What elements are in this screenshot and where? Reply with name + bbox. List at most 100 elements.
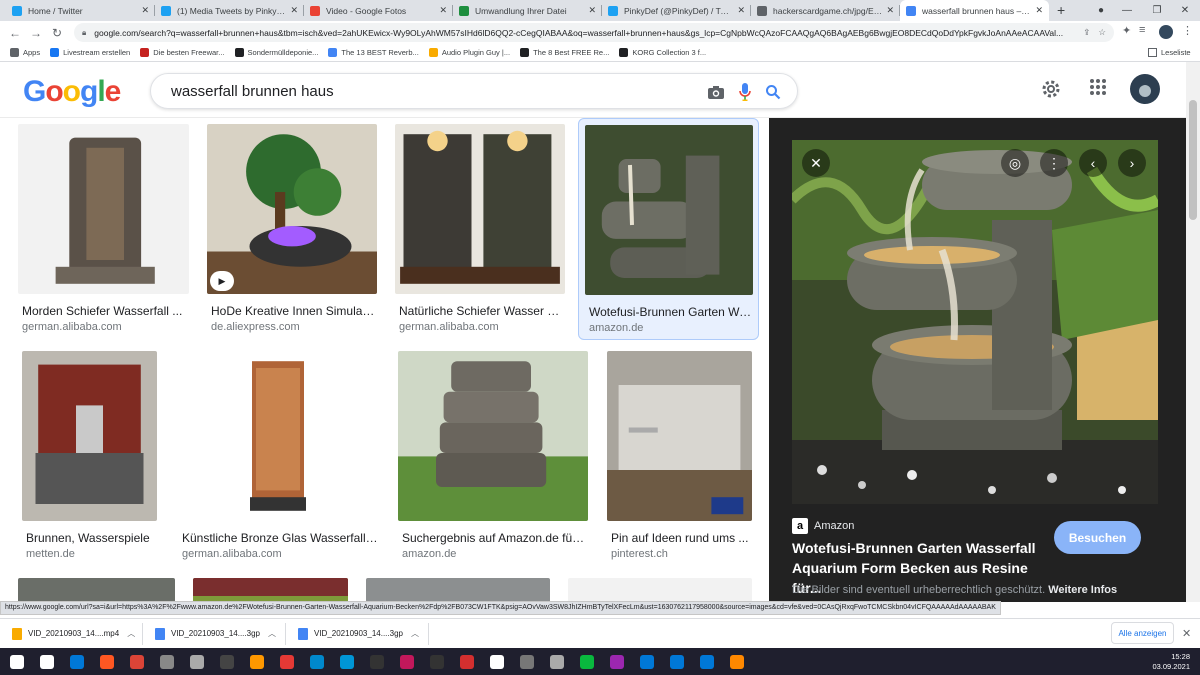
taskbar-app-icon[interactable] [96, 648, 118, 675]
taskbar-app-icon[interactable] [666, 648, 688, 675]
tab-close-icon[interactable]: ✕ [290, 5, 298, 16]
result-thumbnail[interactable] [607, 351, 752, 521]
browser-tab[interactable]: hackerscardgame.ch/jpg/EN/#a ✕ [751, 0, 900, 21]
search-icon[interactable] [765, 84, 781, 100]
image-result-card[interactable]: Pin auf Ideen rund ums ... pinterest.ch [607, 351, 752, 576]
browser-tab[interactable]: (1) Media Tweets by PinkyDef (@✕ [155, 0, 304, 21]
back-icon[interactable]: ← [6, 26, 24, 40]
browser-tab[interactable]: PinkyDef (@PinkyDef) / Twitter ✕ [602, 0, 751, 21]
result-source[interactable]: amazon.de [589, 322, 643, 334]
minimize-button[interactable]: — [1112, 0, 1142, 21]
image-result-card[interactable]: Wotefusi-Brunnen Garten Wa... amazon.de [578, 118, 759, 340]
bookmark-item[interactable]: KORG Collection 3 f... [619, 48, 706, 57]
lens-search-icon[interactable]: ◎ [1001, 149, 1029, 177]
image-result-card[interactable]: Morden Schiefer Wasserfall ... german.ali… [18, 124, 189, 349]
start-button[interactable] [6, 648, 28, 675]
taskbar-app-icon[interactable] [66, 648, 88, 675]
result-source[interactable]: german.alibaba.com [182, 548, 282, 560]
result-caption[interactable]: Wotefusi-Brunnen Garten Wa... [589, 305, 753, 319]
taskbar-app-icon[interactable] [456, 648, 478, 675]
taskbar-app-icon[interactable] [636, 648, 658, 675]
chevron-up-icon[interactable]: ︿ [268, 628, 276, 639]
result-source[interactable]: german.alibaba.com [399, 321, 499, 333]
user-avatar[interactable] [1130, 74, 1160, 104]
bookmark-item[interactable]: Sondermülldeponie... [234, 48, 318, 57]
result-thumbnail[interactable]: ▶ [207, 124, 377, 294]
microphone-icon[interactable] [739, 82, 751, 102]
preview-source[interactable]: a Amazon [792, 518, 854, 534]
taskbar-app-icon[interactable] [336, 648, 358, 675]
system-clock[interactable]: 15:28 03.09.2021 [1152, 652, 1190, 672]
tab-close-icon[interactable]: ✕ [141, 5, 149, 16]
result-source[interactable]: german.alibaba.com [22, 321, 122, 333]
forward-icon[interactable]: → [27, 26, 45, 40]
reload-icon[interactable]: ↻ [48, 26, 66, 40]
result-source[interactable]: metten.de [26, 548, 75, 560]
image-result-card[interactable]: Künstliche Bronze Glas Wasserfall ... ger… [178, 351, 378, 576]
image-result-card[interactable] [193, 578, 348, 602]
bookmark-item[interactable]: The 13 BEST Reverb... [328, 48, 419, 57]
image-result-card[interactable] [568, 578, 752, 602]
tab-close-icon[interactable]: ✕ [886, 5, 894, 16]
taskbar-app-icon[interactable] [576, 648, 598, 675]
taskbar-app-icon[interactable] [306, 648, 328, 675]
search-box[interactable]: wasserfall brunnen haus [150, 73, 798, 109]
result-caption[interactable]: Pin auf Ideen rund ums ... [611, 531, 752, 545]
browser-tab[interactable]: wasserfall brunnen haus – Goog ✕ [900, 0, 1049, 21]
bookmark-item[interactable]: The 8 Best FREE Re... [520, 48, 609, 57]
taskbar-app-icon[interactable] [126, 648, 148, 675]
tab-close-icon[interactable]: ✕ [439, 5, 447, 16]
result-thumbnail[interactable] [18, 578, 175, 602]
result-thumbnail[interactable] [178, 351, 378, 521]
result-thumbnail[interactable] [585, 125, 753, 295]
reading-list[interactable]: Leseliste [1148, 48, 1191, 57]
result-caption[interactable]: HoDe Kreative Innen Simulati... [211, 304, 377, 318]
browser-tab[interactable]: Umwandlung Ihrer Datei ✕ [453, 0, 602, 21]
download-item[interactable]: VID_20210903_14....mp4 ︿ [0, 622, 143, 645]
result-caption[interactable]: Suchergebnis auf Amazon.de für: ... [402, 531, 588, 545]
camera-icon[interactable] [707, 85, 725, 100]
result-caption[interactable]: Natürliche Schiefer Wasser W... [399, 304, 565, 318]
result-caption[interactable]: Künstliche Bronze Glas Wasserfall ... [182, 531, 378, 545]
bookmark-item[interactable]: Die besten Freewar... [140, 48, 225, 57]
search-taskbar-icon[interactable] [36, 648, 58, 675]
bookmark-item[interactable]: Audio Plugin Guy |... [428, 48, 510, 57]
address-url[interactable]: google.com/search?q=wasserfall+brunnen+h… [94, 28, 1075, 38]
result-source[interactable]: de.aliexpress.com [211, 321, 300, 333]
result-source[interactable]: amazon.de [402, 548, 456, 560]
taskbar-app-icon[interactable] [726, 648, 748, 675]
result-thumbnail[interactable] [398, 351, 588, 521]
preview-image[interactable] [792, 140, 1158, 504]
menu-icon[interactable]: ⋮ [1182, 24, 1193, 37]
settings-gear-icon[interactable] [1040, 78, 1062, 100]
result-thumbnail[interactable] [18, 124, 189, 294]
taskbar-app-icon[interactable] [216, 648, 238, 675]
download-item[interactable]: VID_20210903_14....3gp ︿ [286, 622, 429, 645]
result-source[interactable]: pinterest.ch [611, 548, 668, 560]
profile-avatar[interactable] [1159, 25, 1173, 39]
taskbar-app-icon[interactable] [516, 648, 538, 675]
result-thumbnail[interactable] [568, 578, 752, 602]
download-item[interactable]: VID_20210903_14....3gp ︿ [143, 622, 286, 645]
search-input[interactable]: wasserfall brunnen haus [171, 83, 334, 100]
taskbar-app-icon[interactable] [156, 648, 178, 675]
taskbar-app-icon[interactable] [696, 648, 718, 675]
image-result-card[interactable] [18, 578, 175, 602]
more-info-link[interactable]: Weitere Infos [1048, 584, 1117, 596]
show-all-downloads-button[interactable]: Alle anzeigen [1111, 622, 1174, 644]
chevron-up-icon[interactable]: ︿ [127, 628, 135, 639]
bookmark-item[interactable]: Apps [10, 48, 40, 57]
close-download-bar-icon[interactable]: ✕ [1182, 627, 1191, 640]
extensions-icon[interactable]: ✦ [1122, 24, 1131, 37]
page-scrollbar[interactable] [1186, 62, 1200, 602]
taskbar-app-icon[interactable] [396, 648, 418, 675]
close-window-button[interactable]: ✕ [1170, 0, 1200, 21]
maximize-button[interactable]: ❐ [1142, 0, 1172, 21]
taskbar-app-icon[interactable] [606, 648, 628, 675]
image-result-card[interactable]: ▶ HoDe Kreative Innen Simulati... de.aliex… [207, 124, 377, 349]
result-thumbnail[interactable] [193, 578, 348, 602]
address-bar[interactable]: 🔒︎ google.com/search?q=wasserfall+brunne… [74, 23, 1114, 42]
next-image-icon[interactable]: › [1118, 149, 1146, 177]
scrollbar-thumb[interactable] [1189, 100, 1197, 220]
result-caption[interactable]: Brunnen, Wasserspiele [26, 531, 157, 545]
